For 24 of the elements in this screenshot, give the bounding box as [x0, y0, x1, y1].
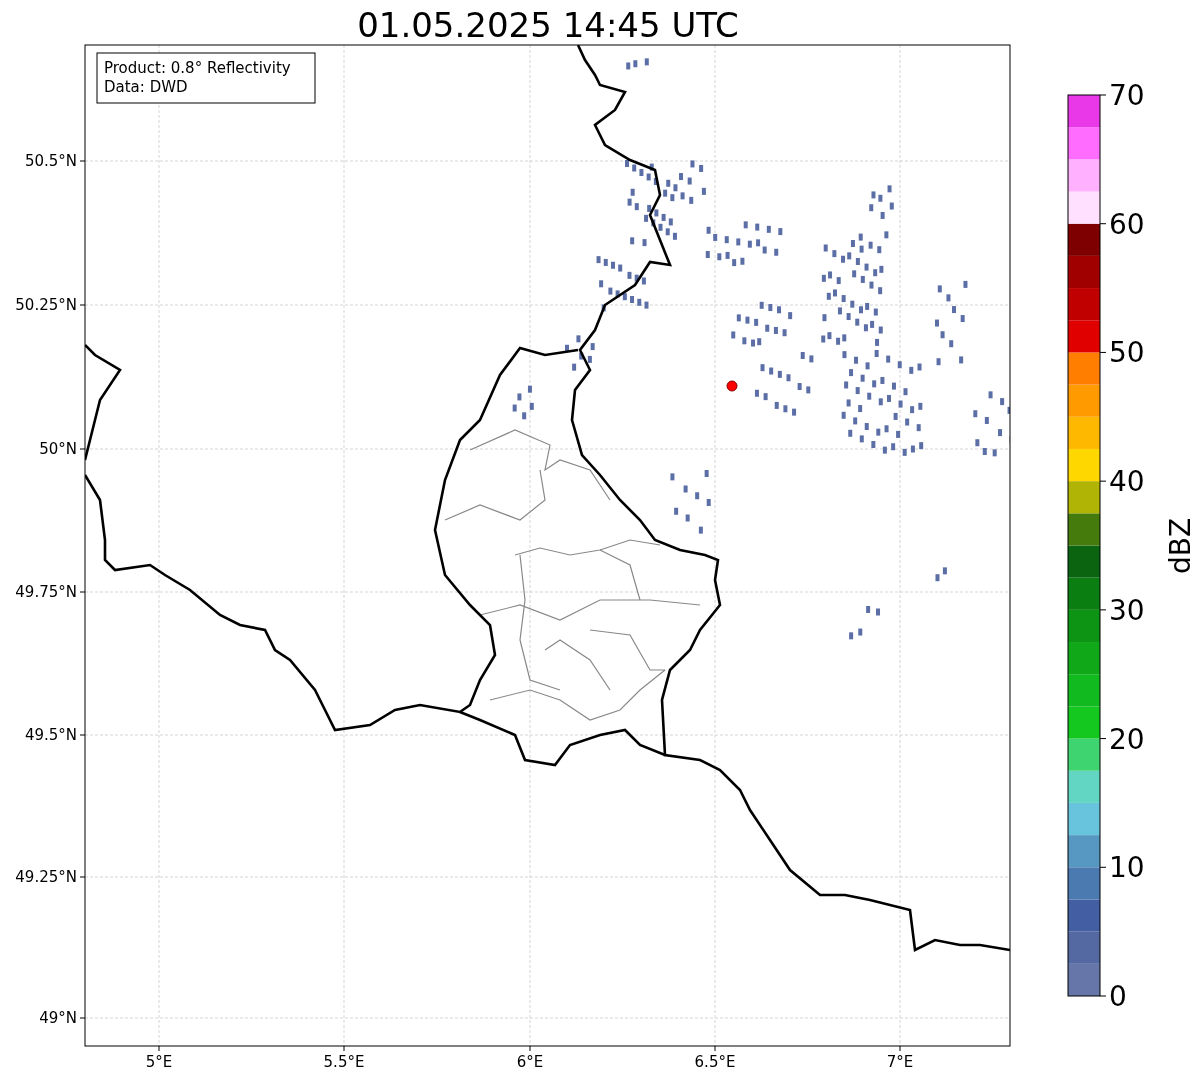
axis-tick-label: 5°E — [145, 1053, 173, 1071]
chart-title: 01.05.2025 14:45 UTC — [357, 5, 739, 45]
legend-text: Data: DWD — [104, 78, 188, 96]
axis-tick-label: 7°E — [886, 1053, 914, 1071]
colorbar-label: dBZ — [1164, 517, 1197, 575]
axis-tick-label: 5.5°E — [323, 1053, 365, 1071]
axis-tick-label: 6°E — [516, 1053, 544, 1071]
colorbar-tick-label: 10 — [1109, 851, 1145, 885]
axis-tick-label: 50.5°N — [24, 152, 77, 170]
axis-tick-label: 49.75°N — [15, 583, 77, 601]
axis-tick-label: 49°N — [39, 1009, 77, 1027]
colorbar-tick-label: 20 — [1109, 722, 1145, 756]
colorbar-tick-label: 40 — [1109, 465, 1145, 499]
axis-tick-label: 6.5°E — [694, 1053, 736, 1071]
colorbar-tick-label: 50 — [1109, 336, 1145, 370]
colorbar-tick-label: 0 — [1109, 980, 1127, 1013]
colorbar-tick-label: 30 — [1109, 593, 1145, 627]
axis-tick-label: 49.5°N — [24, 726, 77, 744]
colorbar-tick-label: 60 — [1109, 207, 1145, 241]
legend-text: Product: 0.8° Reflectivity — [104, 59, 291, 77]
axis-tick-label: 50°N — [39, 440, 77, 458]
axis-tick-label: 50.25°N — [15, 296, 77, 314]
axis-tick-label: 49.25°N — [15, 868, 77, 886]
colorbar-tick-label: 70 — [1109, 79, 1145, 112]
